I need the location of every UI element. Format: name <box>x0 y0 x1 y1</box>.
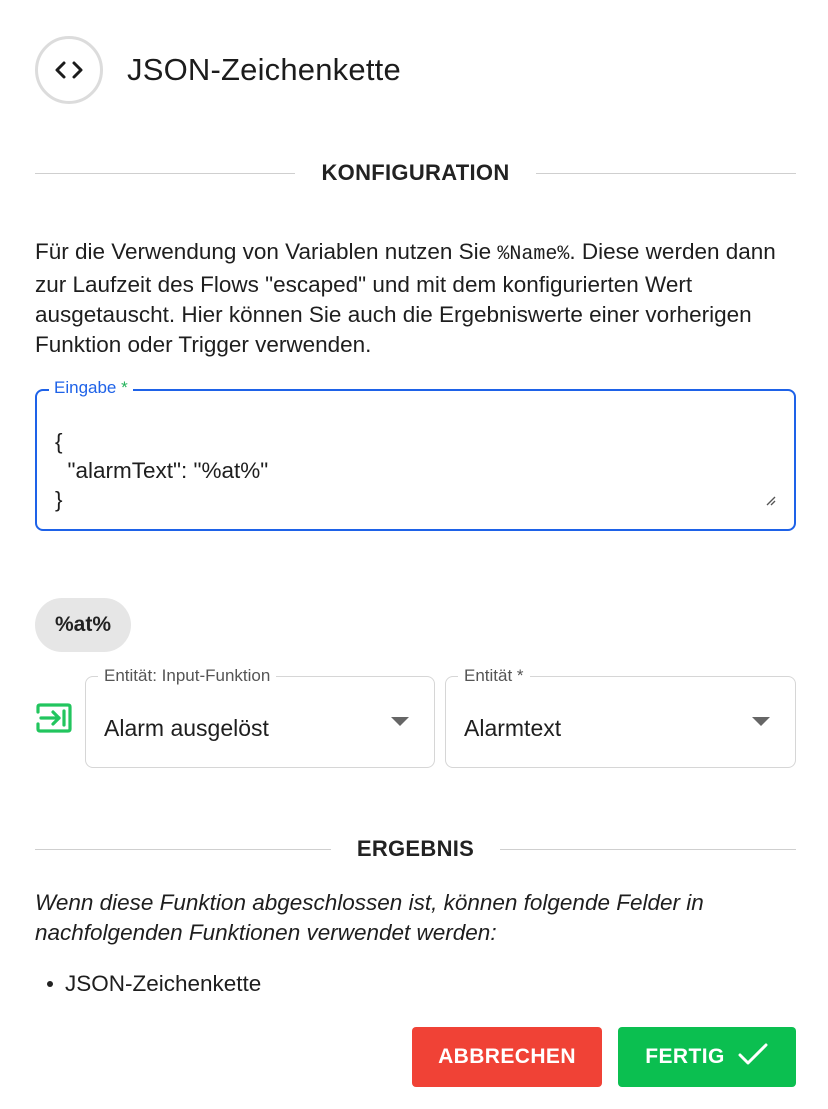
required-marker: * <box>121 378 128 397</box>
checkmark-icon <box>737 1042 769 1072</box>
cancel-button-label: ABBRECHEN <box>438 1045 576 1068</box>
divider-line <box>35 172 296 174</box>
cancel-button[interactable]: ABBRECHEN <box>412 1027 602 1087</box>
divider-line <box>35 848 331 850</box>
entity-value: Alarmtext <box>464 715 562 741</box>
dialog-header: JSON-Zeichenkette <box>35 36 401 104</box>
result-field-list: JSON-Zeichenkette <box>47 969 261 999</box>
list-item: JSON-Zeichenkette <box>47 969 261 999</box>
input-textarea-value[interactable]: { "alarmText": "%at%" } <box>55 427 268 514</box>
bullet-icon <box>47 981 53 987</box>
entity-function-label: Entität: Input-Funktion <box>98 666 277 686</box>
entity-label: Entität * <box>458 666 530 686</box>
config-section-divider: KONFIGURATION <box>35 160 797 186</box>
dropdown-arrow-icon[interactable] <box>391 717 409 726</box>
input-label-text: Eingabe <box>54 378 117 397</box>
input-textarea[interactable]: Eingabe * { "alarmText": "%at%" } <box>35 378 796 531</box>
config-description: Für die Verwendung von Variablen nutzen … <box>35 237 795 360</box>
divider-line <box>500 848 796 850</box>
divider-line <box>535 172 797 174</box>
result-section-divider: ERGEBNIS <box>35 836 796 862</box>
done-button[interactable]: FERTIG <box>618 1027 796 1087</box>
entity-select[interactable]: Entität * Alarmtext <box>445 666 796 768</box>
entity-function-select[interactable]: Entität: Input-Funktion Alarm ausgelöst <box>85 666 435 768</box>
description-text-before: Für die Verwendung von Variablen nutzen … <box>35 239 498 264</box>
done-button-label: FERTIG <box>645 1045 725 1068</box>
dropdown-arrow-icon[interactable] <box>752 717 770 726</box>
result-field-name: JSON-Zeichenkette <box>65 971 262 996</box>
variable-syntax-code: %Name% <box>497 243 570 266</box>
config-section-label: KONFIGURATION <box>321 160 510 185</box>
dialog-title: JSON-Zeichenkette <box>127 52 401 87</box>
entity-function-value: Alarm ausgelöst <box>104 715 269 741</box>
input-arrow-icon <box>35 703 73 738</box>
variable-chip[interactable]: %at% <box>35 598 132 652</box>
result-section-label: ERGEBNIS <box>356 836 475 861</box>
result-description: Wenn diese Funktion abgeschlossen ist, k… <box>35 890 704 945</box>
code-brackets-icon <box>35 36 103 104</box>
resize-handle-icon[interactable] <box>764 493 776 511</box>
input-textarea-label: Eingabe * <box>49 378 133 398</box>
